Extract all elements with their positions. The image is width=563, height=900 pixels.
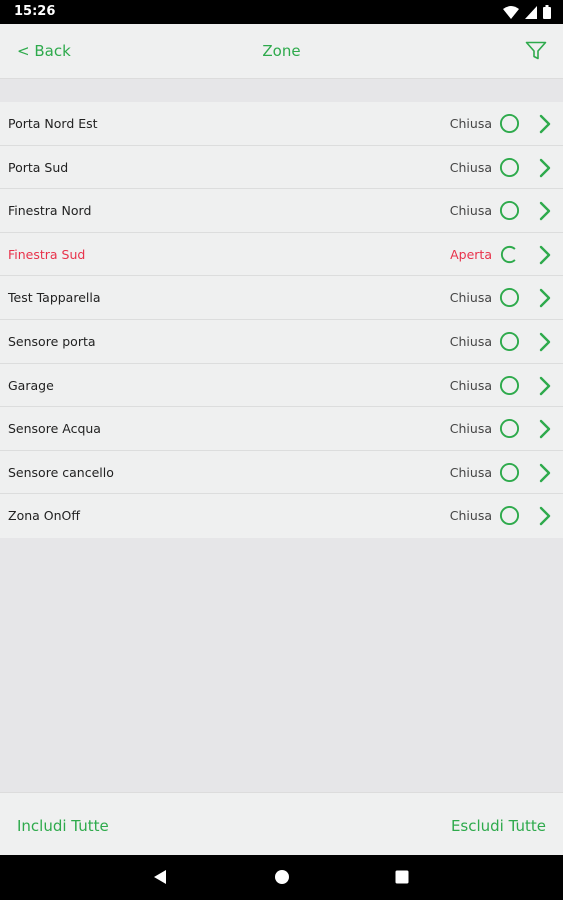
chevron-right-icon[interactable] — [538, 463, 552, 483]
closed-ring-icon — [499, 462, 520, 482]
status-time: 15:26 — [14, 4, 56, 19]
status-bar: 15:26 — [0, 0, 563, 24]
closed-ring-icon — [499, 331, 520, 352]
zone-name: Finestra Nord — [8, 203, 92, 219]
zone-row[interactable]: Garage Chiusa — [0, 364, 563, 408]
zone-row[interactable]: Sensore Acqua Chiusa — [0, 407, 563, 451]
status-icons — [503, 5, 551, 19]
zone-row[interactable]: Finestra Sud Aperta — [0, 233, 563, 277]
filter-icon — [525, 41, 547, 60]
zone-status: Chiusa — [449, 159, 492, 175]
zone-name: Porta Nord Est — [8, 116, 98, 131]
chevron-right-icon[interactable] — [538, 376, 552, 396]
exclude-all-button[interactable]: Escludi Tutte — [451, 817, 546, 835]
zone-status: Chiusa — [449, 508, 492, 524]
home-circle-icon[interactable] — [274, 869, 290, 885]
zone-name: Sensore porta — [8, 333, 96, 349]
zone-row[interactable]: Test Tapparella Chiusa — [0, 276, 563, 320]
closed-ring-icon — [499, 157, 520, 177]
zone-status: Chiusa — [449, 333, 492, 349]
zone-status: Chiusa — [449, 377, 492, 393]
zone-name: Garage — [8, 377, 54, 393]
zone-status: Chiusa — [449, 116, 492, 131]
zone-name: Finestra Sud — [8, 246, 86, 262]
zone-name: Test Tapparella — [8, 290, 101, 306]
chevron-right-icon[interactable] — [538, 419, 552, 439]
navigation-bar: < Back Zone — [0, 24, 563, 79]
system-navigation-bar — [0, 855, 563, 900]
chevron-right-icon[interactable] — [538, 114, 552, 134]
open-ring-icon — [500, 245, 516, 263]
chevron-right-icon[interactable] — [538, 332, 552, 352]
back-triangle-icon[interactable] — [153, 869, 167, 885]
zone-status: Aperta — [450, 246, 492, 262]
signal-icon — [525, 5, 537, 19]
chevron-right-icon[interactable] — [538, 506, 552, 526]
include-all-button[interactable]: Includi Tutte — [17, 817, 109, 835]
closed-ring-icon — [499, 113, 520, 134]
chevron-right-icon[interactable] — [538, 201, 552, 221]
zone-row[interactable]: Sensore porta Chiusa — [0, 320, 563, 364]
zone-status: Chiusa — [449, 464, 492, 480]
wifi-icon — [503, 5, 519, 19]
zone-status: Chiusa — [449, 290, 492, 306]
closed-ring-icon — [499, 288, 520, 308]
chevron-right-icon[interactable] — [538, 288, 552, 308]
closed-ring-icon — [499, 419, 520, 439]
chevron-right-icon[interactable] — [538, 158, 552, 178]
zone-row[interactable]: Zona OnOff Chiusa — [0, 494, 563, 538]
bottom-action-bar: Includi Tutte Escludi Tutte — [0, 792, 563, 856]
chevron-right-icon[interactable] — [538, 245, 552, 265]
zone-name: Sensore Acqua — [8, 421, 101, 437]
closed-ring-icon — [499, 506, 520, 526]
closed-ring-icon — [499, 201, 520, 221]
zone-row[interactable]: Finestra Nord Chiusa — [0, 189, 563, 233]
battery-icon — [543, 5, 551, 19]
zone-name: Sensore cancello — [8, 464, 114, 480]
filter-button[interactable] — [525, 41, 547, 61]
zone-status: Chiusa — [449, 421, 492, 437]
page-title: Zone — [262, 42, 301, 60]
closed-ring-icon — [499, 375, 520, 395]
zone-row[interactable]: Porta Nord Est Chiusa — [0, 102, 563, 146]
zone-row[interactable]: Porta Sud Chiusa — [0, 146, 563, 190]
back-button[interactable]: < Back — [17, 42, 71, 60]
zone-list: Porta Nord Est Chiusa Porta Sud Chiusa Fines… — [0, 102, 563, 538]
recents-square-icon[interactable] — [395, 869, 409, 885]
zone-row[interactable]: Sensore cancello Chiusa — [0, 451, 563, 495]
zone-name: Porta Sud — [8, 159, 69, 175]
zone-status: Chiusa — [449, 203, 492, 219]
zone-name: Zona OnOff — [8, 508, 80, 524]
